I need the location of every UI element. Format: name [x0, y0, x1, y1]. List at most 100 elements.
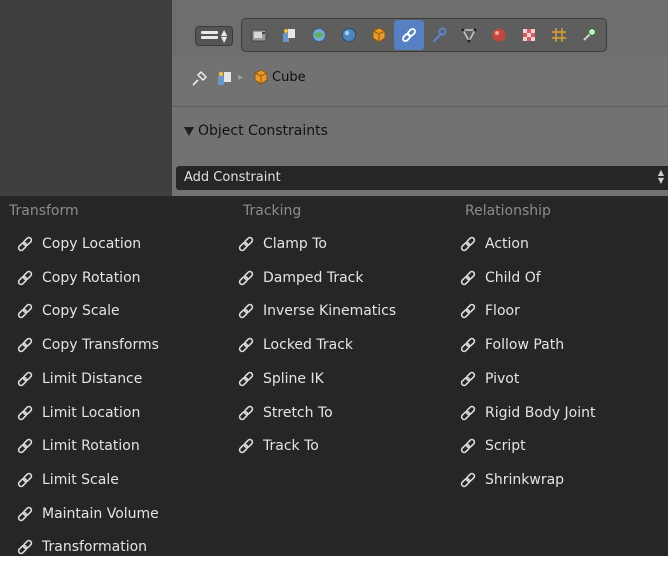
physics-icon [583, 28, 596, 41]
menu-item-stretch-to[interactable]: Stretch To [236, 398, 333, 428]
menu-item-track-to[interactable]: Track To [236, 431, 319, 461]
menu-item-copy-rotation[interactable]: Copy Rotation [15, 263, 141, 293]
menu-item-copy-scale[interactable]: Copy Scale [15, 296, 120, 326]
menu-item-label: Limit Location [42, 405, 141, 421]
constraint-link-icon [15, 538, 35, 556]
menu-item-label: Follow Path [485, 337, 565, 353]
panel-title: Object Constraints [198, 123, 328, 139]
tab-modifiers[interactable] [424, 20, 454, 50]
world-icon [342, 28, 356, 42]
menu-item-pivot[interactable]: Pivot [458, 364, 519, 394]
camera-icon [251, 29, 267, 42]
constraint-link-icon [402, 28, 416, 42]
constraint-link-icon [458, 404, 478, 422]
constraint-link-icon [15, 471, 35, 489]
scene-icon [218, 71, 231, 85]
breadcrumb-object-label: Cube [272, 70, 306, 85]
constraint-link-icon [458, 336, 478, 354]
add-constraint-dropdown[interactable]: Add Constraint ▲ ▼ [176, 166, 668, 190]
menu-item-label: Copy Rotation [42, 270, 141, 286]
menu-item-label: Maintain Volume [42, 506, 159, 522]
constraint-link-icon [236, 437, 256, 455]
constraint-link-icon [236, 336, 256, 354]
menu-item-shrinkwrap[interactable]: Shrinkwrap [458, 465, 564, 495]
constraint-link-icon [15, 505, 35, 523]
mesh-data-icon [461, 28, 477, 43]
constraint-link-icon [15, 437, 35, 455]
menu-item-label: Track To [263, 438, 319, 454]
menu-item-label: Copy Scale [42, 303, 120, 319]
menu-item-clamp-to[interactable]: Clamp To [236, 229, 327, 259]
menu-item-label: Script [485, 438, 526, 454]
constraint-link-icon [15, 404, 35, 422]
menu-item-action[interactable]: Action [458, 229, 529, 259]
menu-item-limit-distance[interactable]: Limit Distance [15, 364, 142, 394]
menu-item-label: Copy Location [42, 236, 142, 252]
menu-item-label: Action [485, 236, 529, 252]
constraint-link-icon [236, 370, 256, 388]
menu-item-inverse-kinematics[interactable]: Inverse Kinematics [236, 296, 396, 326]
menu-item-damped-track[interactable]: Damped Track [236, 263, 363, 293]
editor-type-selector[interactable]: ▲ ▼ [195, 26, 233, 46]
tab-texture[interactable] [514, 20, 544, 50]
constraint-link-icon [236, 269, 256, 287]
menu-item-label: Spline IK [263, 371, 324, 387]
menu-item-maintain-volume[interactable]: Maintain Volume [15, 499, 159, 529]
menu-item-rigid-body-joint[interactable]: Rigid Body Joint [458, 398, 595, 428]
constraint-link-icon [236, 235, 256, 253]
tab-render[interactable] [244, 20, 274, 50]
menu-item-copy-location[interactable]: Copy Location [15, 229, 141, 259]
menu-item-label: Limit Scale [42, 472, 119, 488]
menu-item-copy-transforms[interactable]: Copy Transforms [15, 330, 159, 360]
constraint-link-icon [458, 437, 478, 455]
context-tabs [241, 18, 607, 52]
scene-icon [312, 28, 326, 42]
tab-particles[interactable] [544, 20, 574, 50]
material-icon [492, 28, 506, 42]
properties-editor-icon [201, 31, 218, 41]
menu-item-label: Rigid Body Joint [485, 405, 596, 421]
constraint-link-icon [458, 302, 478, 320]
chevron-updown-icon: ▲ ▼ [657, 168, 664, 185]
tab-physics[interactable] [574, 20, 604, 50]
menu-item-child-of[interactable]: Child Of [458, 263, 541, 293]
constraint-link-icon [458, 235, 478, 253]
pin-icon[interactable] [190, 70, 210, 88]
constraint-link-icon [15, 370, 35, 388]
tab-object[interactable] [364, 20, 394, 50]
menu-item-label: Child Of [485, 270, 541, 286]
constraint-link-icon [236, 404, 256, 422]
menu-item-locked-track[interactable]: Locked Track [236, 330, 353, 360]
tab-constraints[interactable] [394, 20, 424, 50]
menu-item-label: Shrinkwrap [485, 472, 565, 488]
menu-item-floor[interactable]: Floor [458, 296, 520, 326]
menu-item-label: Stretch To [263, 405, 333, 421]
menu-item-spline-ik[interactable]: Spline IK [236, 364, 324, 394]
menu-item-script[interactable]: Script [458, 431, 526, 461]
texture-icon [523, 29, 535, 41]
chevron-right-icon: ▸ [238, 72, 244, 83]
menu-item-limit-scale[interactable]: Limit Scale [15, 465, 119, 495]
constraint-link-icon [236, 302, 256, 320]
particles-icon [552, 28, 566, 42]
tab-world[interactable] [334, 20, 364, 50]
menu-item-label: Clamp To [263, 236, 327, 252]
menu-heading-transform: Transform [9, 203, 79, 219]
tab-render-layers[interactable] [274, 20, 304, 50]
menu-item-limit-location[interactable]: Limit Location [15, 398, 140, 428]
menu-item-label: Locked Track [263, 337, 354, 353]
menu-item-transformation[interactable]: Transformation [15, 532, 147, 562]
object-icon [372, 27, 386, 43]
add-constraint-label: Add Constraint [184, 170, 281, 185]
tab-scene[interactable] [304, 20, 334, 50]
breadcrumb: ▸ Cube [172, 56, 668, 106]
menu-item-follow-path[interactable]: Follow Path [458, 330, 564, 360]
menu-item-limit-rotation[interactable]: Limit Rotation [15, 431, 140, 461]
menu-item-label: Limit Rotation [42, 438, 140, 454]
object-constraints-panel-header[interactable]: Object Constraints [172, 106, 668, 156]
outliner-area [0, 0, 172, 196]
tab-data[interactable] [454, 20, 484, 50]
wrench-icon [432, 27, 447, 43]
tab-material[interactable] [484, 20, 514, 50]
menu-item-label: Copy Transforms [42, 337, 159, 353]
